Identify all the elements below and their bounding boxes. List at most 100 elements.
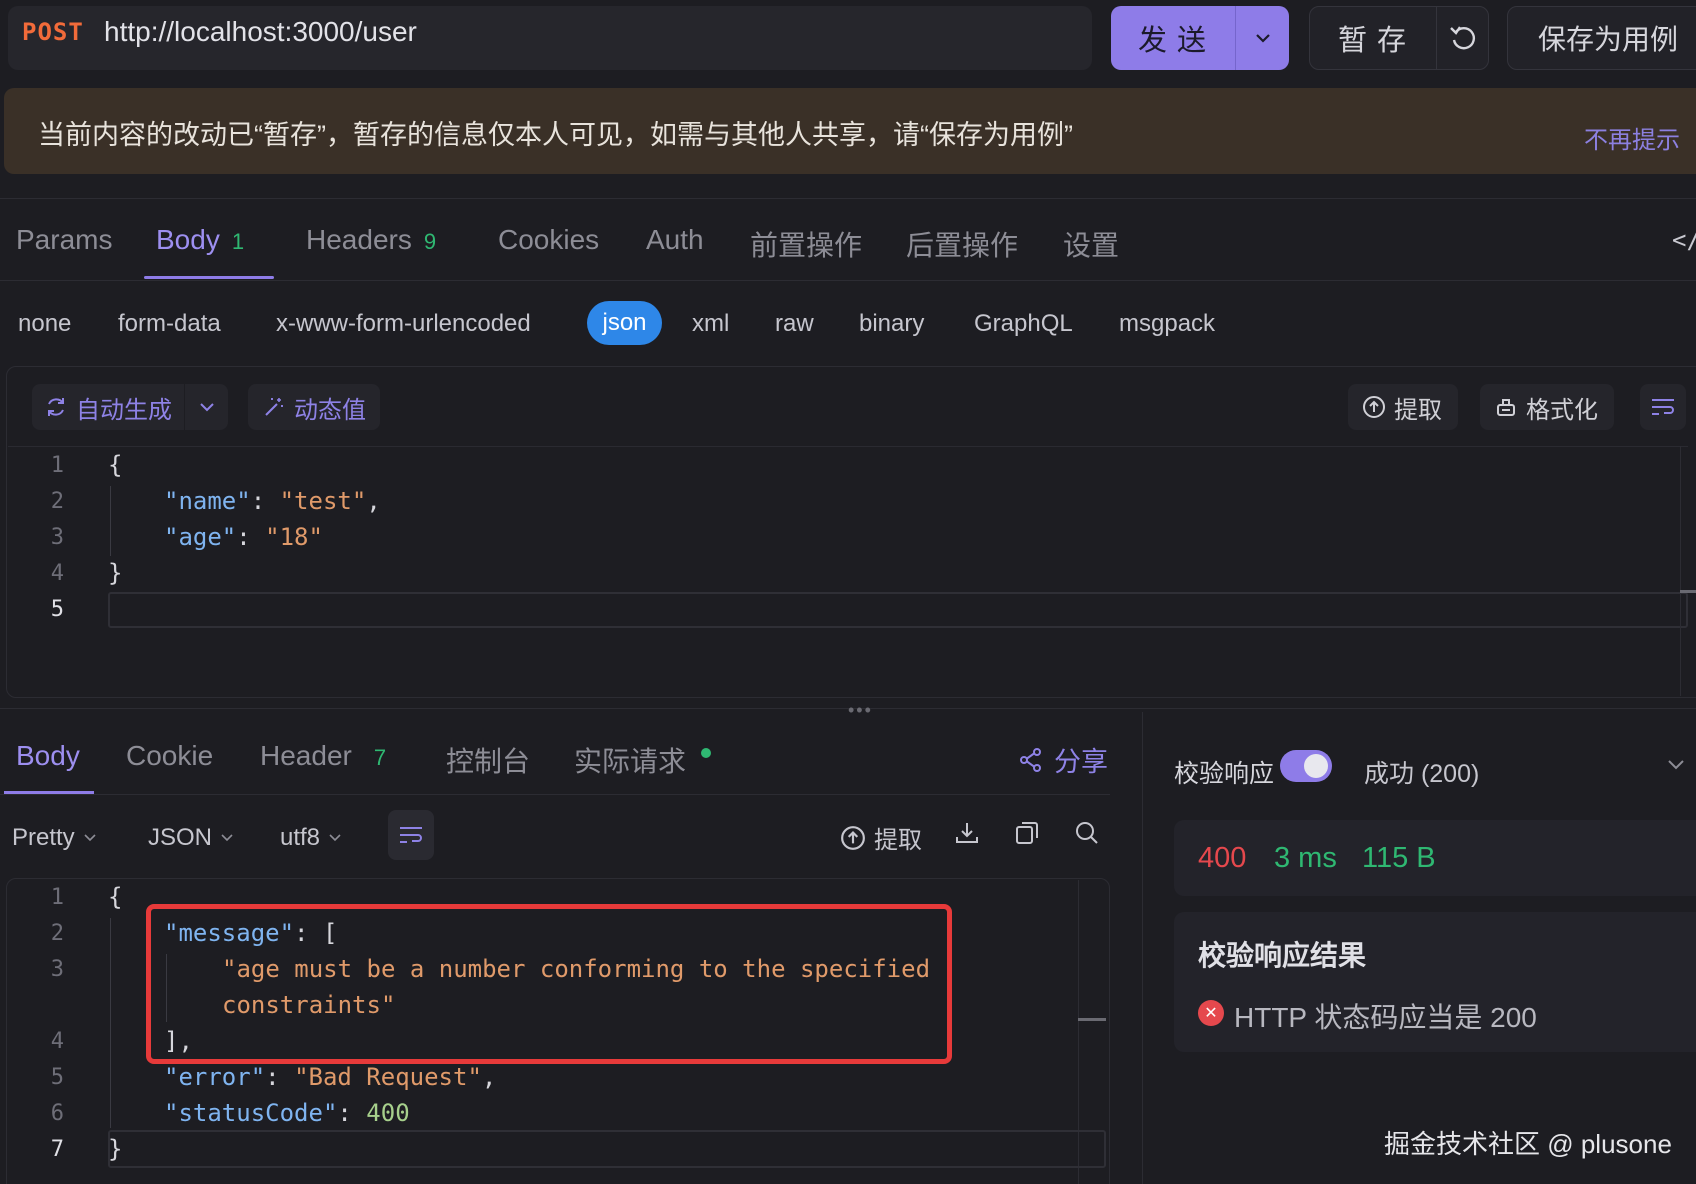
body-type-binary[interactable]: binary bbox=[859, 310, 924, 338]
dont-show-again-link[interactable]: 不再提示 bbox=[1584, 120, 1680, 155]
error-icon: ✕ bbox=[1198, 1000, 1224, 1026]
body-type-none[interactable]: none bbox=[18, 310, 71, 338]
response-extract-label: 提取 bbox=[874, 827, 922, 854]
resp-tab-actual-request[interactable]: 实际请求 bbox=[574, 740, 686, 780]
encoding-value: utf8 bbox=[280, 824, 321, 851]
code-line: } bbox=[108, 559, 123, 587]
chevron-down-icon bbox=[199, 403, 214, 412]
search-icon bbox=[1076, 822, 1098, 844]
format-label: 格式化 bbox=[1526, 396, 1598, 424]
tab-headers[interactable]: Headers 9 bbox=[306, 224, 436, 256]
response-scrollbar-marker[interactable] bbox=[1078, 1018, 1106, 1021]
response-wrap-toggle[interactable] bbox=[388, 810, 434, 860]
share-button[interactable]: 分享 bbox=[1018, 740, 1108, 779]
send-options-dropdown[interactable] bbox=[1236, 6, 1289, 70]
chevron-down-icon bbox=[84, 834, 96, 842]
response-format-select[interactable]: JSON bbox=[148, 824, 234, 852]
tab-body[interactable]: Body 1 bbox=[156, 224, 244, 256]
indent-guide bbox=[110, 486, 111, 556]
chevron-down-icon bbox=[329, 834, 341, 842]
tab-cookies[interactable]: Cookies bbox=[498, 224, 599, 256]
response-current-line bbox=[108, 1130, 1106, 1168]
copy-button[interactable] bbox=[1014, 820, 1040, 846]
broom-icon bbox=[1497, 399, 1515, 416]
upload-circle-icon bbox=[841, 825, 865, 850]
line-number: 4 bbox=[50, 561, 64, 586]
response-time-value: 3 ms bbox=[1274, 842, 1337, 874]
chevron-down-icon bbox=[221, 834, 233, 842]
chevron-down-icon[interactable] bbox=[1666, 758, 1686, 772]
draft-notice-text: 当前内容的改动已“暂存”，暂存的信息仅本人可见，如需与其他人共享，请“保存为用例… bbox=[38, 120, 1073, 150]
download-icon bbox=[956, 823, 978, 843]
tab-settings[interactable]: 设置 bbox=[1063, 224, 1119, 264]
expected-response-select[interactable]: 成功 (200) bbox=[1364, 754, 1479, 790]
status-code-value: 400 bbox=[1198, 842, 1247, 874]
split-resize-handle[interactable]: ••• bbox=[848, 700, 873, 721]
http-method-selector[interactable]: POST bbox=[22, 18, 84, 46]
body-type-form-data[interactable]: form-data bbox=[118, 310, 221, 338]
validation-panel-divider bbox=[1142, 712, 1143, 1184]
magic-wand-icon bbox=[265, 398, 283, 416]
body-type-graphql[interactable]: GraphQL bbox=[974, 310, 1073, 338]
encoding-select[interactable]: utf8 bbox=[280, 824, 342, 852]
body-type-json[interactable]: json bbox=[587, 301, 662, 345]
line-number: 1 bbox=[50, 453, 64, 478]
code-line: { bbox=[108, 451, 123, 479]
extract-button[interactable]: 提取 bbox=[1348, 384, 1458, 430]
draft-button[interactable]: 暂存 bbox=[1310, 7, 1436, 69]
line-number: 1 bbox=[50, 885, 64, 910]
format-button[interactable]: 格式化 bbox=[1480, 384, 1614, 430]
code-line: "age": "18" bbox=[164, 523, 323, 551]
line-number: 2 bbox=[50, 921, 64, 946]
watermark: 掘金技术社区 @ plusone bbox=[1384, 1129, 1672, 1159]
status-dot bbox=[701, 748, 711, 758]
current-line-highlight bbox=[108, 592, 1688, 628]
view-mode-select[interactable]: Pretty bbox=[12, 824, 97, 852]
body-type-urlencoded[interactable]: x-www-form-urlencoded bbox=[276, 310, 531, 338]
code-snippet-icon[interactable]: </> bbox=[1672, 226, 1696, 254]
auto-generate-button[interactable]: 自动生成 bbox=[32, 390, 184, 425]
code-line: "error": "Bad Request", bbox=[164, 1063, 497, 1091]
auto-generate-dropdown[interactable] bbox=[185, 401, 228, 413]
extract-label: 提取 bbox=[1394, 396, 1442, 424]
download-button[interactable] bbox=[954, 820, 980, 846]
upload-circle-icon bbox=[1363, 396, 1385, 418]
validation-result-title: 校验响应结果 bbox=[1198, 940, 1367, 971]
tab-pre-operations[interactable]: 前置操作 bbox=[750, 224, 862, 264]
headers-count-badge: 9 bbox=[423, 229, 437, 254]
toggle-knob bbox=[1304, 754, 1328, 778]
line-number: 6 bbox=[50, 1101, 64, 1126]
revert-button[interactable] bbox=[1437, 7, 1488, 69]
send-button[interactable]: 发送 bbox=[1111, 6, 1235, 70]
response-size-value: 115 B bbox=[1362, 842, 1436, 874]
header-count-badge: 7 bbox=[373, 745, 387, 770]
line-number: 4 bbox=[50, 1029, 64, 1054]
body-type-raw[interactable]: raw bbox=[775, 310, 814, 338]
indent-guide bbox=[110, 918, 111, 1128]
url-input[interactable]: http://localhost:3000/user bbox=[104, 16, 417, 48]
chevron-down-icon bbox=[1255, 34, 1270, 43]
tabs-divider bbox=[0, 280, 1696, 281]
body-type-xml[interactable]: xml bbox=[692, 310, 729, 338]
editor-scrollbar-marker[interactable] bbox=[1680, 590, 1696, 593]
resp-tab-cookie[interactable]: Cookie bbox=[126, 740, 213, 772]
tab-auth[interactable]: Auth bbox=[646, 224, 704, 256]
share-label: 分享 bbox=[1054, 747, 1108, 777]
line-number: 3 bbox=[50, 957, 64, 982]
auto-generate-label: 自动生成 bbox=[76, 396, 172, 424]
wrap-lines-icon bbox=[400, 827, 422, 843]
response-format-value: JSON bbox=[148, 824, 213, 851]
resp-tab-body[interactable]: Body bbox=[16, 740, 80, 772]
word-wrap-toggle[interactable] bbox=[1640, 384, 1686, 430]
search-button[interactable] bbox=[1074, 820, 1100, 846]
resp-tab-console[interactable]: 控制台 bbox=[446, 740, 530, 780]
save-as-case-button[interactable]: 保存为用例 bbox=[1507, 6, 1696, 70]
editor-scrollbar-track bbox=[1680, 446, 1681, 696]
resp-tab-header[interactable]: Header 7 bbox=[260, 740, 386, 772]
line-number: 7 bbox=[50, 1137, 64, 1162]
tab-params[interactable]: Params bbox=[16, 224, 112, 256]
dynamic-value-button[interactable]: 动态值 bbox=[248, 384, 380, 430]
body-type-msgpack[interactable]: msgpack bbox=[1119, 310, 1215, 338]
tab-post-operations[interactable]: 后置操作 bbox=[906, 224, 1018, 264]
response-extract-button[interactable]: 提取 bbox=[840, 820, 922, 855]
